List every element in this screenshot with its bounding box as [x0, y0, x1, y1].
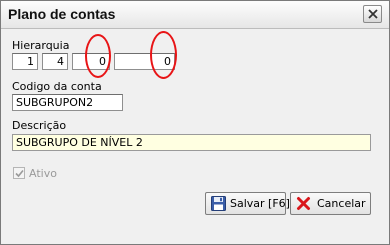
red-x-icon [297, 197, 310, 210]
ativo-checkbox[interactable] [13, 167, 25, 179]
cancel-button-label: Cancelar [317, 197, 366, 210]
annotation-circle-level-3 [85, 34, 111, 78]
save-button[interactable]: Salvar [F6] [205, 192, 290, 215]
descricao-field[interactable]: SUBGRUPO DE NÍVEL 2 [12, 134, 371, 151]
close-button[interactable] [363, 5, 382, 23]
cancel-button[interactable]: Cancelar [290, 192, 371, 215]
hierarquia-label: Hierarquia [12, 39, 70, 52]
title-bar[interactable]: Plano de contas [1, 1, 389, 29]
save-button-label: Salvar [F6] [230, 197, 290, 210]
checkmark-icon [15, 169, 24, 178]
codigo-label: Codigo da conta [12, 80, 102, 93]
window-title: Plano de contas [8, 6, 116, 22]
annotation-circle-level-4 [150, 31, 177, 79]
close-x-icon [368, 9, 378, 19]
ativo-label: Ativo [29, 167, 57, 180]
codigo-field[interactable]: SUBGRUPON2 [12, 94, 123, 111]
plano-de-contas-window: Plano de contas Hierarquia 1 4 0 0 Codig… [0, 0, 390, 245]
hierarquia-level-2-field[interactable]: 4 [42, 53, 68, 70]
descricao-label: Descrição [12, 119, 67, 132]
floppy-disk-icon [211, 196, 226, 211]
hierarquia-level-1-field[interactable]: 1 [12, 53, 38, 70]
